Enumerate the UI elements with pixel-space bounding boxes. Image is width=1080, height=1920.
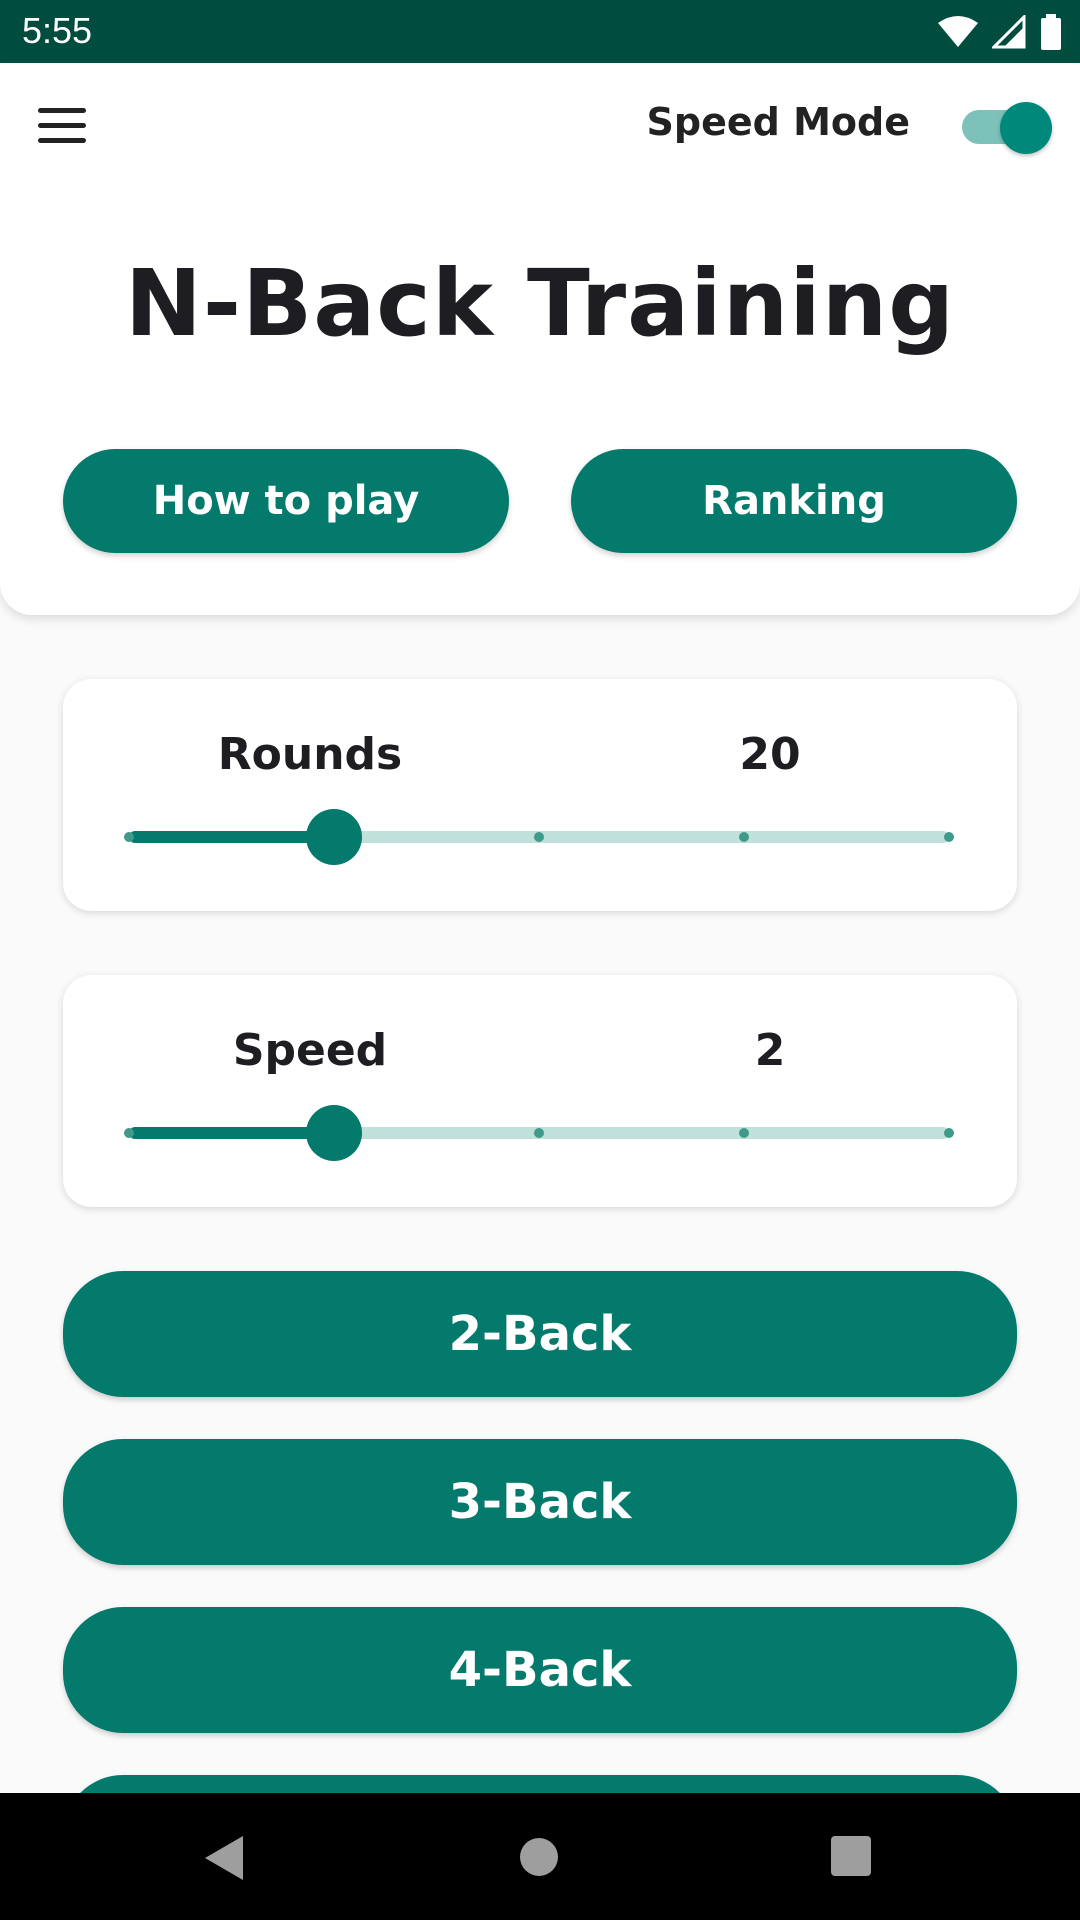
speed-value: 2 xyxy=(754,1025,786,1076)
status-time: 5:55 xyxy=(22,10,93,51)
slider-tick xyxy=(944,1128,954,1138)
two-back-button[interactable]: 2-Back xyxy=(63,1271,1017,1397)
speed-label: Speed xyxy=(232,1025,388,1076)
slider-tick xyxy=(739,1128,749,1138)
home-nav-icon[interactable] xyxy=(520,1838,558,1876)
slider-tick xyxy=(534,832,544,842)
speed-mode-toggle[interactable] xyxy=(960,102,1052,154)
slider-fill xyxy=(129,831,334,843)
slider-thumb[interactable] xyxy=(306,809,362,865)
rounds-slider[interactable] xyxy=(124,809,954,865)
three-back-button[interactable]: 3-Back xyxy=(63,1439,1017,1565)
wifi-icon xyxy=(938,16,978,47)
ranking-button[interactable]: Ranking xyxy=(571,449,1017,553)
how-to-play-button[interactable]: How to play xyxy=(63,449,509,553)
speed-slider[interactable] xyxy=(124,1105,954,1161)
menu-icon[interactable] xyxy=(38,108,86,144)
slider-fill xyxy=(129,1127,334,1139)
slider-tick xyxy=(534,1128,544,1138)
rounds-value: 20 xyxy=(739,729,801,780)
back-nav-icon[interactable] xyxy=(205,1836,245,1880)
slider-tick xyxy=(124,1128,134,1138)
status-icons xyxy=(938,12,1062,52)
rounds-label: Rounds xyxy=(217,729,403,780)
speed-mode-label: Speed Mode xyxy=(646,100,910,144)
four-back-button[interactable]: 4-Back xyxy=(63,1607,1017,1733)
slider-tick xyxy=(124,832,134,842)
signal-icon xyxy=(992,15,1026,49)
status-bar: 5:55 xyxy=(0,0,1080,63)
battery-icon xyxy=(1041,14,1061,50)
slider-thumb[interactable] xyxy=(306,1105,362,1161)
recents-nav-icon[interactable] xyxy=(831,1836,871,1876)
rounds-card: Rounds 20 xyxy=(63,679,1017,911)
speed-card: Speed 2 xyxy=(63,975,1017,1207)
page-title: N-Back Training xyxy=(124,250,956,357)
toggle-thumb xyxy=(1000,102,1052,154)
slider-tick xyxy=(944,832,954,842)
slider-tick xyxy=(739,832,749,842)
